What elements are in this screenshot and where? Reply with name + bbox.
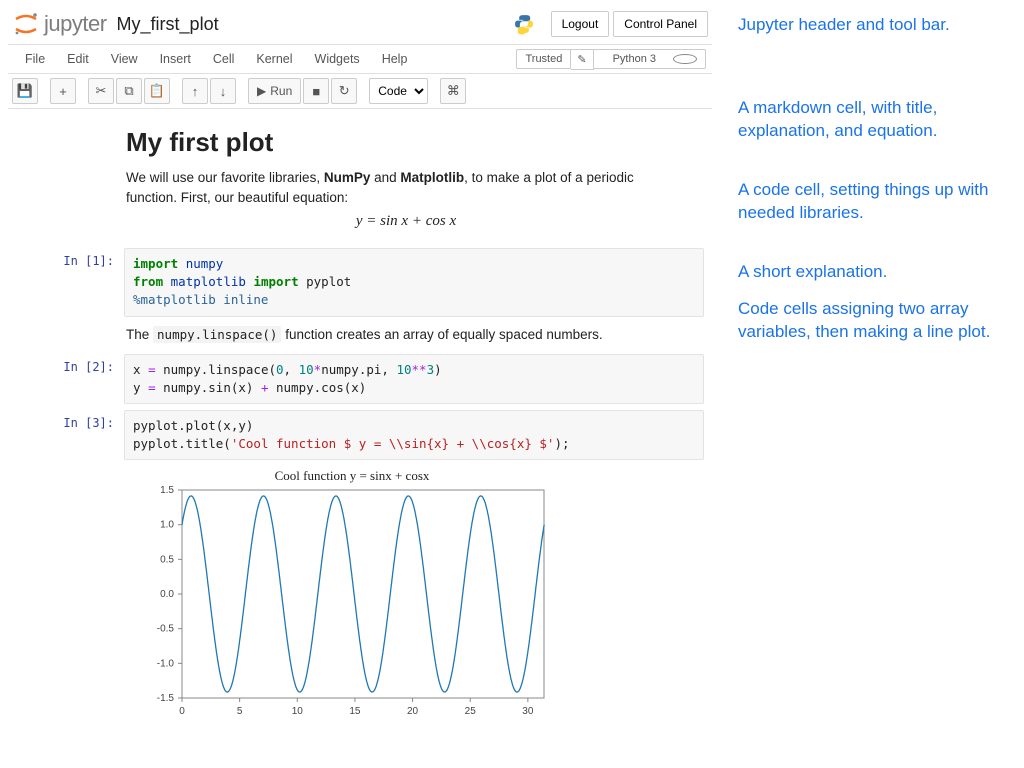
jupyter-logo: jupyter (12, 10, 107, 38)
svg-text:0.0: 0.0 (160, 589, 174, 600)
menu-widgets[interactable]: Widgets (304, 52, 371, 66)
edit-mode-icon[interactable]: ✎ (571, 49, 593, 70)
add-cell-icon[interactable]: + (50, 78, 76, 104)
code-cell-1[interactable]: In [1]: import numpy from matplotlib imp… (16, 248, 704, 316)
jupyter-header: jupyter My_first_plot Logout Control Pan… (8, 8, 712, 44)
control-panel-button[interactable]: Control Panel (613, 11, 708, 37)
stop-icon[interactable]: ■ (303, 78, 329, 104)
annotation-5: Code cells assigning two array variables… (738, 298, 1010, 344)
menu-view[interactable]: View (100, 52, 149, 66)
code-cell-2[interactable]: In [2]: x = numpy.linspace(0, 10*numpy.p… (16, 354, 704, 404)
trusted-indicator[interactable]: Trusted (516, 49, 571, 69)
command-palette-icon[interactable]: ⌘ (440, 78, 466, 104)
plot-output: Cool function y = sinx + cosx -1.5 -1.0 -0… (134, 468, 704, 724)
restart-icon[interactable]: ↻ (331, 78, 357, 104)
svg-text:25: 25 (465, 706, 477, 717)
svg-text:15: 15 (349, 706, 361, 717)
menu-edit[interactable]: Edit (56, 52, 100, 66)
menu-cell[interactable]: Cell (202, 52, 246, 66)
markdown-cell-1[interactable]: My first plot We will use our favorite l… (126, 127, 686, 230)
toolbar: 💾 + ✂ ⧉ 📋 ↑ ↓ ▶ Run ■ ↻ Code ⌘ (8, 74, 712, 109)
md-paragraph: We will use our favorite libraries, NumP… (126, 168, 686, 207)
annotation-column: Jupyter header and tool bar. A markdown … (720, 0, 1020, 744)
svg-text:30: 30 (522, 706, 534, 717)
annotation-3: A code cell, setting things up with need… (738, 179, 1010, 225)
jupyter-wordmark: jupyter (44, 11, 107, 37)
in-prompt: In [2]: (16, 354, 124, 404)
line-plot: -1.5 -1.0 -0.5 0.0 0.5 1.0 1.5 0 5 10 15 20 25 30 (134, 484, 554, 724)
move-up-icon[interactable]: ↑ (182, 78, 208, 104)
cell-type-select[interactable]: Code (369, 78, 428, 104)
annotation-1: Jupyter header and tool bar. (738, 14, 1010, 37)
kernel-name[interactable]: Python 3 (594, 49, 706, 69)
svg-text:1.0: 1.0 (160, 520, 174, 531)
in-prompt: In [1]: (16, 248, 124, 316)
notebook-title[interactable]: My_first_plot (117, 14, 219, 35)
svg-text:0: 0 (179, 706, 185, 717)
svg-text:-1.0: -1.0 (157, 658, 175, 669)
markdown-cell-2[interactable]: The numpy.linspace() function creates an… (126, 327, 704, 342)
kernel-idle-icon (673, 54, 697, 64)
svg-text:-1.5: -1.5 (157, 693, 175, 704)
cut-icon[interactable]: ✂ (88, 78, 114, 104)
annotation-2: A markdown cell, with title, explanation… (738, 97, 1010, 143)
svg-text:5: 5 (237, 706, 243, 717)
jupyter-logo-icon (12, 10, 40, 38)
svg-text:0.5: 0.5 (160, 554, 174, 565)
md-equation: y = sin x + cos x (126, 213, 686, 230)
md-heading: My first plot (126, 127, 686, 158)
annotation-4: A short explanation. (738, 261, 1010, 284)
copy-icon[interactable]: ⧉ (116, 78, 142, 104)
in-prompt: In [3]: (16, 410, 124, 460)
code-input[interactable]: pyplot.plot(x,y) pyplot.title('Cool func… (124, 410, 704, 460)
svg-text:1.5: 1.5 (160, 485, 174, 496)
menu-kernel[interactable]: Kernel (245, 52, 303, 66)
plot-title: Cool function y = sinx + cosx (172, 468, 532, 484)
menu-bar: File Edit View Insert Cell Kernel Widget… (8, 44, 712, 74)
svg-text:20: 20 (407, 706, 419, 717)
run-button[interactable]: ▶ Run (248, 78, 301, 104)
paste-icon[interactable]: 📋 (144, 78, 170, 104)
logout-button[interactable]: Logout (551, 11, 610, 37)
save-icon[interactable]: 💾 (12, 78, 38, 104)
svg-text:10: 10 (292, 706, 304, 717)
code-cell-3[interactable]: In [3]: pyplot.plot(x,y) pyplot.title('C… (16, 410, 704, 460)
menu-help[interactable]: Help (371, 52, 419, 66)
python-logo-icon (513, 13, 535, 35)
code-input[interactable]: import numpy from matplotlib import pypl… (124, 248, 704, 316)
move-down-icon[interactable]: ↓ (210, 78, 236, 104)
svg-text:-0.5: -0.5 (157, 624, 175, 635)
menu-file[interactable]: File (14, 52, 56, 66)
menu-insert[interactable]: Insert (149, 52, 202, 66)
code-input[interactable]: x = numpy.linspace(0, 10*numpy.pi, 10**3… (124, 354, 704, 404)
